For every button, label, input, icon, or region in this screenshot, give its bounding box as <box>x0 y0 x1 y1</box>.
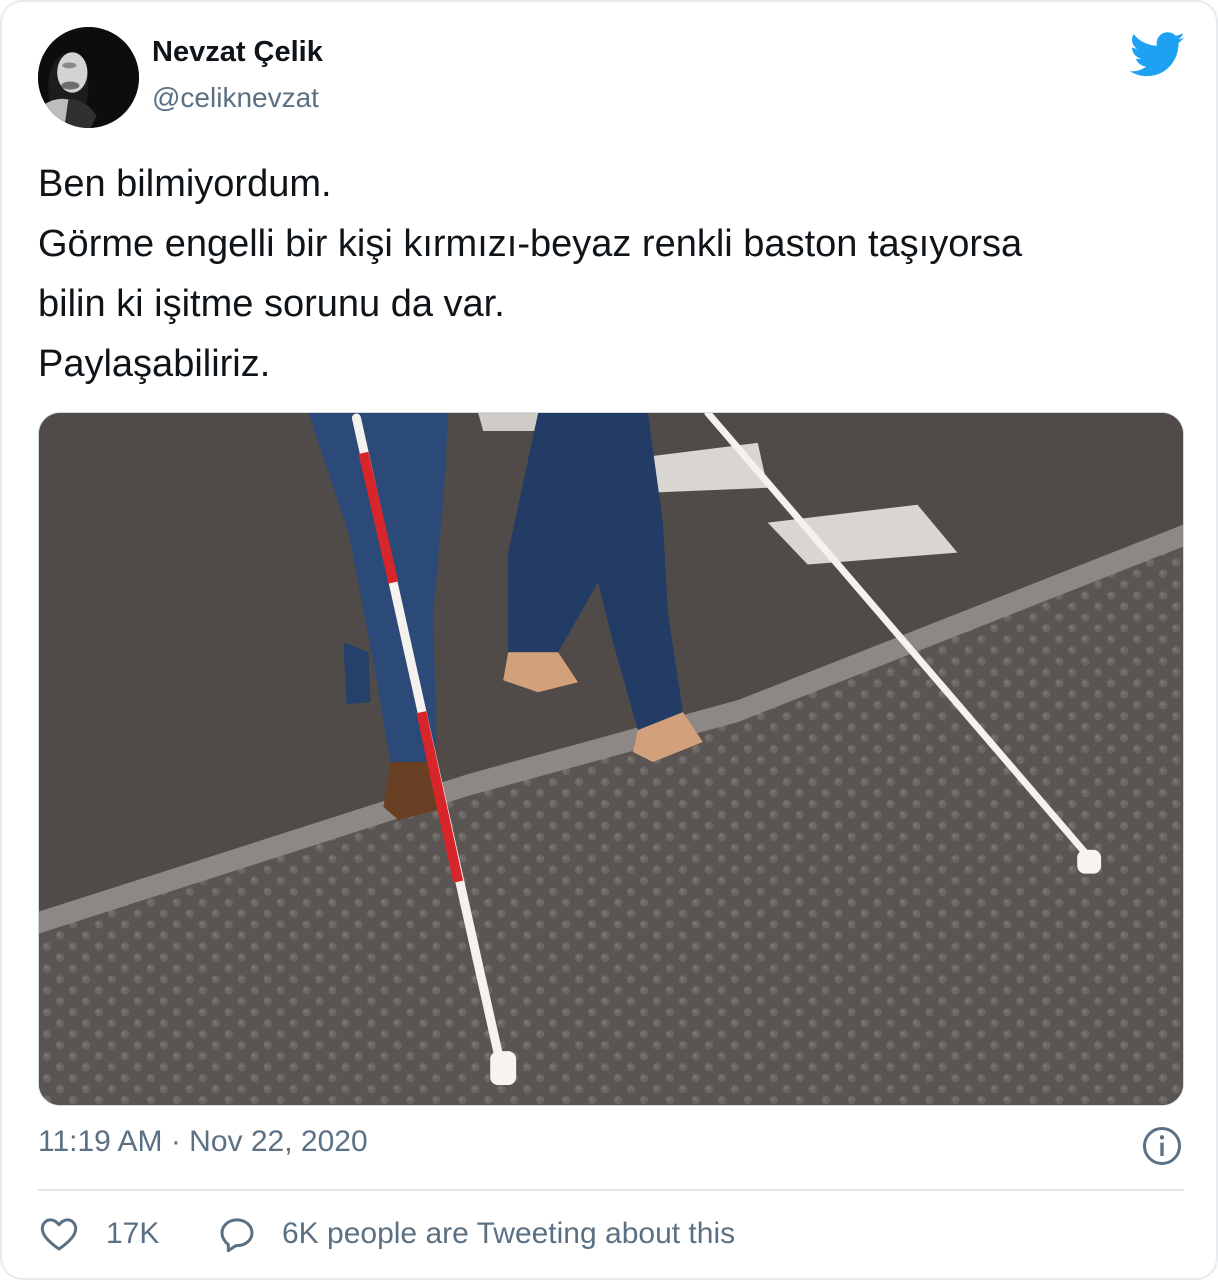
reply-bubble-icon[interactable] <box>216 1214 258 1254</box>
tweet-timestamp[interactable]: 11:19 AM · Nov 22, 2020 <box>38 1124 368 1160</box>
divider <box>38 1189 1184 1191</box>
tweeting-about-text[interactable]: 6K people are Tweeting about this <box>282 1214 735 1254</box>
photo-blind-canes-crossing <box>39 413 1183 1105</box>
tweet-text: Ben bilmiyordum. Görme engelli bir kişi … <box>38 154 1188 394</box>
info-icon[interactable] <box>1142 1126 1182 1166</box>
author-block: Nevzat Çelik @celiknevzat <box>152 34 323 116</box>
twitter-bird-icon[interactable] <box>1130 32 1186 78</box>
tweet-line: bilin ki işitme sorunu da var. <box>38 283 505 325</box>
like-heart-icon[interactable] <box>38 1214 80 1254</box>
tweet-line: Paylaşabiliriz. <box>38 343 271 385</box>
tweet-card: Nevzat Çelik @celiknevzat Ben bilmiyordu… <box>0 0 1218 1280</box>
tweet-line: Görme engelli bir kişi kırmızı-beyaz ren… <box>38 223 1023 265</box>
tweet-line: Ben bilmiyordum. <box>38 163 332 205</box>
avatar-photo <box>38 27 139 128</box>
tweet-photo[interactable] <box>38 412 1184 1106</box>
tweet-actions: 17K 6K people are Tweeting about this <box>38 1212 1184 1256</box>
author-name[interactable]: Nevzat Çelik <box>152 34 323 70</box>
avatar[interactable] <box>38 27 139 128</box>
like-count[interactable]: 17K <box>106 1214 159 1254</box>
author-handle[interactable]: @celiknevzat <box>152 80 323 116</box>
